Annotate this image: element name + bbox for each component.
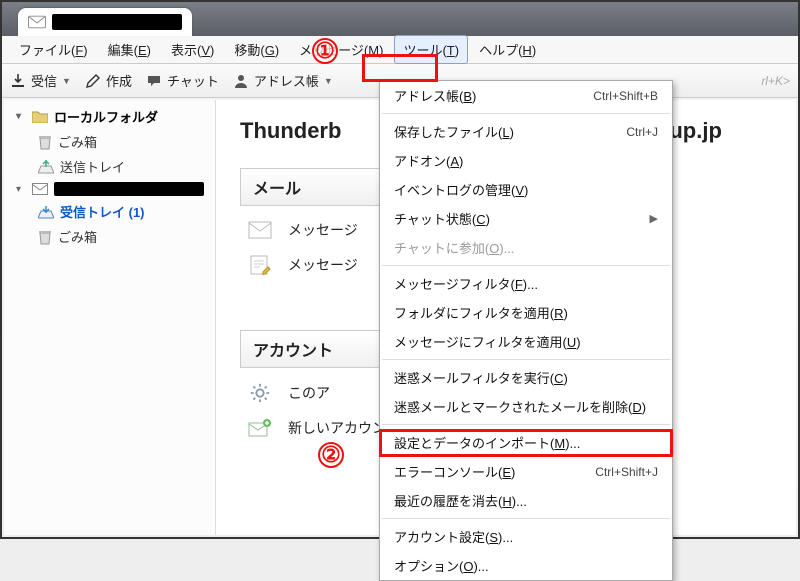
chevron-down-icon: ▼ [62,76,71,86]
sidebar-inbox[interactable]: 受信トレイ (1) [4,199,215,224]
sidebar-account[interactable]: ▾ [4,179,215,199]
search-hint: rl+K> [761,74,790,88]
menu-item-addons[interactable]: アドオン(A) [380,146,672,175]
menu-help[interactable]: ヘルプ(H) [470,35,545,64]
submenu-arrow-icon: ▶ [650,212,658,225]
section-account-header: アカウント [240,330,390,368]
menu-item-saved-files[interactable]: 保存したファイル(L)Ctrl+J [380,117,672,146]
tools-dropdown: アドレス帳(B)Ctrl+Shift+B 保存したファイル(L)Ctrl+J ア… [379,80,673,581]
tab-strip [2,2,798,36]
receive-button[interactable]: 受信 ▼ [10,71,71,90]
account-tab[interactable] [18,8,192,36]
sidebar-local-folders[interactable]: ▾ ローカルフォルダ [4,104,215,129]
account-name-redacted [54,182,204,196]
inbox-icon [38,205,54,219]
twisty-icon: ▾ [16,184,26,195]
sidebar-trash-2[interactable]: ごみ箱 [4,224,215,249]
menu-item-chat-join: チャットに参加(O)... [380,233,672,262]
pencil-icon [85,73,101,89]
row-label: このア [288,383,330,403]
person-icon [233,73,249,89]
menu-file[interactable]: ファイル(F) [10,35,97,64]
menu-item-apply-folder[interactable]: フォルダにフィルタを適用(R) [380,298,672,327]
addressbook-button[interactable]: アドレス帳 ▼ [233,71,333,90]
trash-icon [38,229,52,245]
menu-item-addressbook[interactable]: アドレス帳(B)Ctrl+Shift+B [380,81,672,110]
menu-item-apply-msg[interactable]: メッセージにフィルタを適用(U) [380,327,672,356]
menu-item-delete-junk[interactable]: 迷惑メールとマークされたメールを削除(D) [380,392,672,421]
sidebar-item-label: ごみ箱 [58,227,97,246]
menu-item-clear-history[interactable]: 最近の履歴を消去(H)... [380,486,672,515]
chat-button[interactable]: チャット [146,71,219,90]
compose-icon [246,254,274,276]
compose-label: 作成 [106,71,132,90]
menu-item-error-console[interactable]: エラーコンソール(E)Ctrl+Shift+J [380,457,672,486]
menu-item-msg-filters[interactable]: メッセージフィルタ(F)... [380,269,672,298]
menu-item-chat-state[interactable]: チャット状態(C)▶ [380,204,672,233]
sidebar-item-label: ごみ箱 [58,132,97,151]
section-mail-header: メール [240,168,390,206]
row-label: メッセージ [288,255,358,275]
menu-message[interactable]: メッセージ(M) [290,35,392,64]
chat-label: チャット [167,71,219,90]
outbox-icon [38,160,54,174]
menu-edit[interactable]: 編集(E) [99,35,160,64]
sidebar-trash[interactable]: ごみ箱 [4,129,215,154]
chevron-down-icon: ▼ [324,76,333,86]
menu-item-options[interactable]: オプション(O)... [380,551,672,580]
addressbook-label: アドレス帳 [254,71,319,90]
new-account-icon [246,418,274,438]
sidebar-item-label: 受信トレイ (1) [60,202,145,221]
tab-title-redacted [52,14,182,30]
folder-sidebar: ▾ ローカルフォルダ ごみ箱 送信トレイ ▾ 受信トレイ (1) [4,100,216,535]
menu-item-account-settings[interactable]: アカウント設定(S)... [380,522,672,551]
sidebar-item-label: ローカルフォルダ [54,107,158,126]
trash-icon [38,134,52,150]
download-icon [10,73,26,89]
mail-icon [246,221,274,239]
mail-icon [28,15,46,29]
menu-go[interactable]: 移動(G) [225,35,288,64]
folder-icon [32,110,48,123]
mail-icon [32,183,48,195]
menu-tools[interactable]: ツール(T) [394,35,468,64]
sidebar-outbox[interactable]: 送信トレイ [4,154,215,179]
menu-item-eventlog[interactable]: イベントログの管理(V) [380,175,672,204]
menubar: ファイル(F) 編集(E) 表示(V) 移動(G) メッセージ(M) ツール(T… [2,36,798,64]
twisty-icon: ▾ [16,111,26,122]
menu-item-import[interactable]: 設定とデータのインポート(M)... [380,428,672,457]
receive-label: 受信 [31,71,57,90]
sidebar-item-label: 送信トレイ [60,157,125,176]
row-label: メッセージ [288,220,358,240]
menu-item-run-junk[interactable]: 迷惑メールフィルタを実行(C) [380,363,672,392]
menu-view[interactable]: 表示(V) [162,35,223,64]
chat-icon [146,73,162,89]
gear-icon [246,382,274,404]
compose-button[interactable]: 作成 [85,71,132,90]
